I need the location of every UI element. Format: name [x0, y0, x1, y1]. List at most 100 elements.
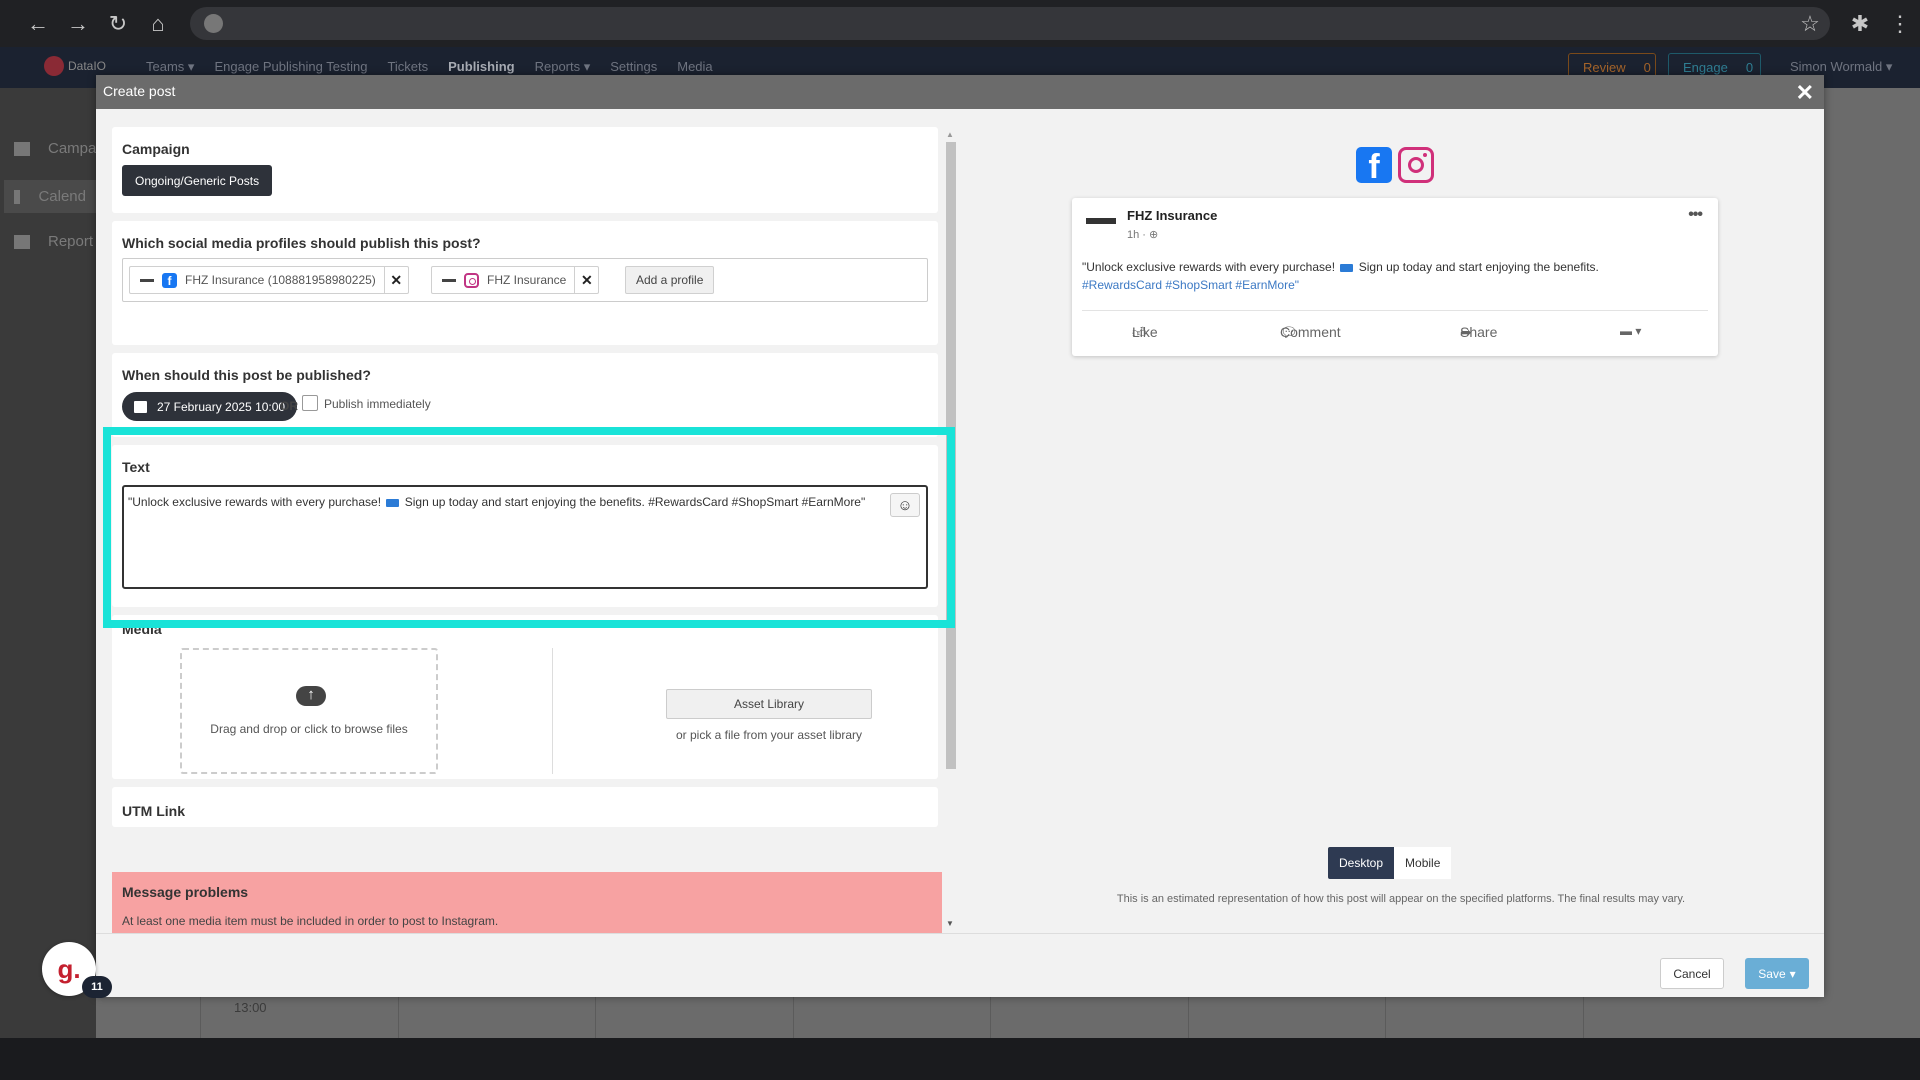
message-problems-alert: Message problems At least one media item…	[112, 872, 942, 940]
post-preview-card: FHZ Insurance 1h · ⊕ ••• "Unlock exclusi…	[1072, 198, 1718, 356]
publish-immediately-checkbox[interactable]	[302, 395, 318, 411]
browser-menu-icon[interactable]: ⋮	[1880, 4, 1920, 44]
profile-tag-facebook: f FHZ Insurance (108881958980225) ✕	[129, 266, 409, 294]
sidebar-item-label: Report	[48, 233, 94, 250]
user-menu[interactable]: Simon Wormald ▾	[1790, 59, 1892, 75]
campaign-title: Campaign	[122, 141, 190, 157]
star-icon[interactable]: ☆	[1790, 4, 1830, 44]
problems-title: Message problems	[122, 884, 249, 900]
logo-mark-icon	[44, 56, 64, 76]
dropzone-text: Drag and drop or click to browse files	[210, 722, 408, 736]
divider	[1082, 310, 1708, 311]
nav-publishing[interactable]: Publishing	[448, 59, 514, 75]
profile-avatar	[442, 278, 456, 282]
schedule-section: When should this post be published? 27 F…	[112, 353, 938, 437]
save-button[interactable]: Save ▾	[1745, 958, 1809, 989]
profile-tag-instagram: FHZ Insurance ✕	[431, 266, 600, 294]
review-label: Review	[1583, 59, 1626, 75]
sidebar-item-label: Campa	[48, 140, 97, 157]
home-icon[interactable]: ⌂	[138, 4, 178, 44]
text-title: Text	[122, 459, 150, 475]
nav-teams[interactable]: Teams ▾	[146, 59, 194, 75]
media-title: Media	[122, 621, 162, 637]
create-post-modal: Create post ✕ Campaign Ongoing/Generic P…	[96, 75, 1824, 997]
asset-library-subtext: or pick a file from your asset library	[675, 728, 863, 742]
back-arrow-icon[interactable]: ←	[18, 4, 58, 44]
sidebar-item-label: Calend	[38, 188, 86, 205]
extensions-icon[interactable]: ✱	[1840, 4, 1880, 44]
instagram-icon[interactable]	[1398, 147, 1434, 183]
schedule-title: When should this post be published?	[122, 367, 371, 383]
facebook-icon[interactable]: f	[1356, 147, 1392, 184]
post-text-part2: Sign up today and start enjoying the ben…	[404, 495, 866, 509]
profiles-section: Which social media profiles should publi…	[112, 221, 938, 345]
problems-text: At least one media item must be included…	[122, 914, 499, 928]
modal-footer: Cancel Save ▾	[96, 933, 1824, 997]
desktop-toggle[interactable]: Desktop	[1328, 847, 1395, 879]
left-sidebar: Campa Calend Report	[0, 88, 96, 1038]
browser-toolbar: ← → ↻ ⌂ ☆ ✱ ⋮	[0, 0, 1920, 47]
utm-title[interactable]: UTM Link	[122, 803, 185, 819]
page-bottom-bar	[0, 1038, 1920, 1080]
forward-arrow-icon[interactable]: →	[58, 4, 98, 44]
date-picker-button[interactable]: 27 February 2025 10:00	[122, 392, 298, 421]
nav-media[interactable]: Media	[677, 59, 712, 75]
add-profile-button[interactable]: Add a profile	[625, 266, 715, 294]
emoji-icon[interactable]: ☺	[890, 493, 920, 517]
preview-mode-toggle: Desktop Mobile	[1328, 847, 1452, 879]
megaphone-icon	[14, 141, 30, 156]
calendar-time-label: 13:00	[234, 1000, 267, 1015]
profile-avatar	[140, 278, 154, 282]
calendar-icon	[14, 189, 21, 204]
scroll-up-icon[interactable]: ▲	[946, 130, 954, 139]
modal-title: Create post	[103, 83, 176, 99]
nav-tickets[interactable]: Tickets	[387, 59, 428, 75]
review-count: 0	[1643, 59, 1651, 75]
calendar-grid	[200, 995, 1780, 1039]
chevron-down-icon: ▾	[1789, 966, 1796, 981]
sidebar-item-campaigns[interactable]: Campa	[14, 140, 96, 157]
sidebar-item-calendar[interactable]: Calend	[4, 180, 96, 213]
nav-reports[interactable]: Reports ▾	[535, 59, 591, 75]
publish-immediately-label[interactable]: Publish immediately	[324, 397, 431, 411]
sidebar-item-reports[interactable]: Report	[14, 233, 93, 250]
modal-header: Create post ✕	[96, 75, 1824, 109]
app-nav-items: Teams ▾ Engage Publishing Testing Ticket…	[146, 59, 713, 75]
page-avatar	[1086, 218, 1116, 224]
scrollbar-thumb[interactable]	[946, 142, 956, 769]
campaign-section: Campaign Ongoing/Generic Posts	[112, 127, 938, 213]
preview-text: "Unlock exclusive rewards with every pur…	[1082, 260, 1599, 292]
remove-profile-icon[interactable]: ✕	[574, 267, 598, 293]
remove-profile-icon[interactable]: ✕	[383, 267, 408, 293]
globe-icon	[204, 14, 223, 33]
preview-time: 1h · ⊕	[1127, 229, 1159, 241]
more-options-icon: •••	[1688, 206, 1703, 223]
credit-card-icon	[386, 498, 400, 507]
reload-icon[interactable]: ↻	[98, 4, 138, 44]
utm-section: UTM Link	[112, 787, 938, 827]
close-icon[interactable]: ✕	[1796, 80, 1814, 106]
media-dropzone[interactable]: ↑ Drag and drop or click to browse files	[180, 648, 438, 774]
preview-page-name: FHZ Insurance	[1127, 208, 1218, 223]
media-section: Media ↑ Drag and drop or click to browse…	[112, 615, 938, 779]
form-scrollbar[interactable]: ▲ ▼	[944, 130, 956, 928]
scroll-down-icon[interactable]: ▼	[946, 919, 954, 928]
date-value: 27 February 2025 10:00	[157, 399, 286, 414]
preview-network-icons: f	[1356, 147, 1434, 184]
profile-tag-label: FHZ Insurance (108881958980225)	[185, 273, 376, 287]
profiles-input[interactable]: f FHZ Insurance (108881958980225) ✕ FHZ …	[122, 258, 928, 302]
or-label: OR	[280, 399, 298, 413]
mobile-toggle[interactable]: Mobile	[1394, 847, 1452, 879]
post-form: Campaign Ongoing/Generic Posts Which soc…	[112, 127, 942, 919]
post-text-input[interactable]: "Unlock exclusive rewards with every pur…	[122, 485, 928, 589]
nav-engage-publishing-testing[interactable]: Engage Publishing Testing	[214, 59, 367, 75]
nav-settings[interactable]: Settings	[610, 59, 657, 75]
help-badge: 11	[82, 976, 112, 998]
address-bar[interactable]	[190, 7, 1830, 40]
logo-text: DataIO	[68, 59, 107, 73]
globe-icon: ⊕	[1149, 229, 1159, 241]
cancel-button[interactable]: Cancel	[1660, 958, 1724, 989]
app-logo[interactable]: DataIO	[44, 56, 106, 76]
asset-library-button[interactable]: Asset Library	[666, 689, 872, 719]
campaign-select[interactable]: Ongoing/Generic Posts	[122, 165, 273, 196]
